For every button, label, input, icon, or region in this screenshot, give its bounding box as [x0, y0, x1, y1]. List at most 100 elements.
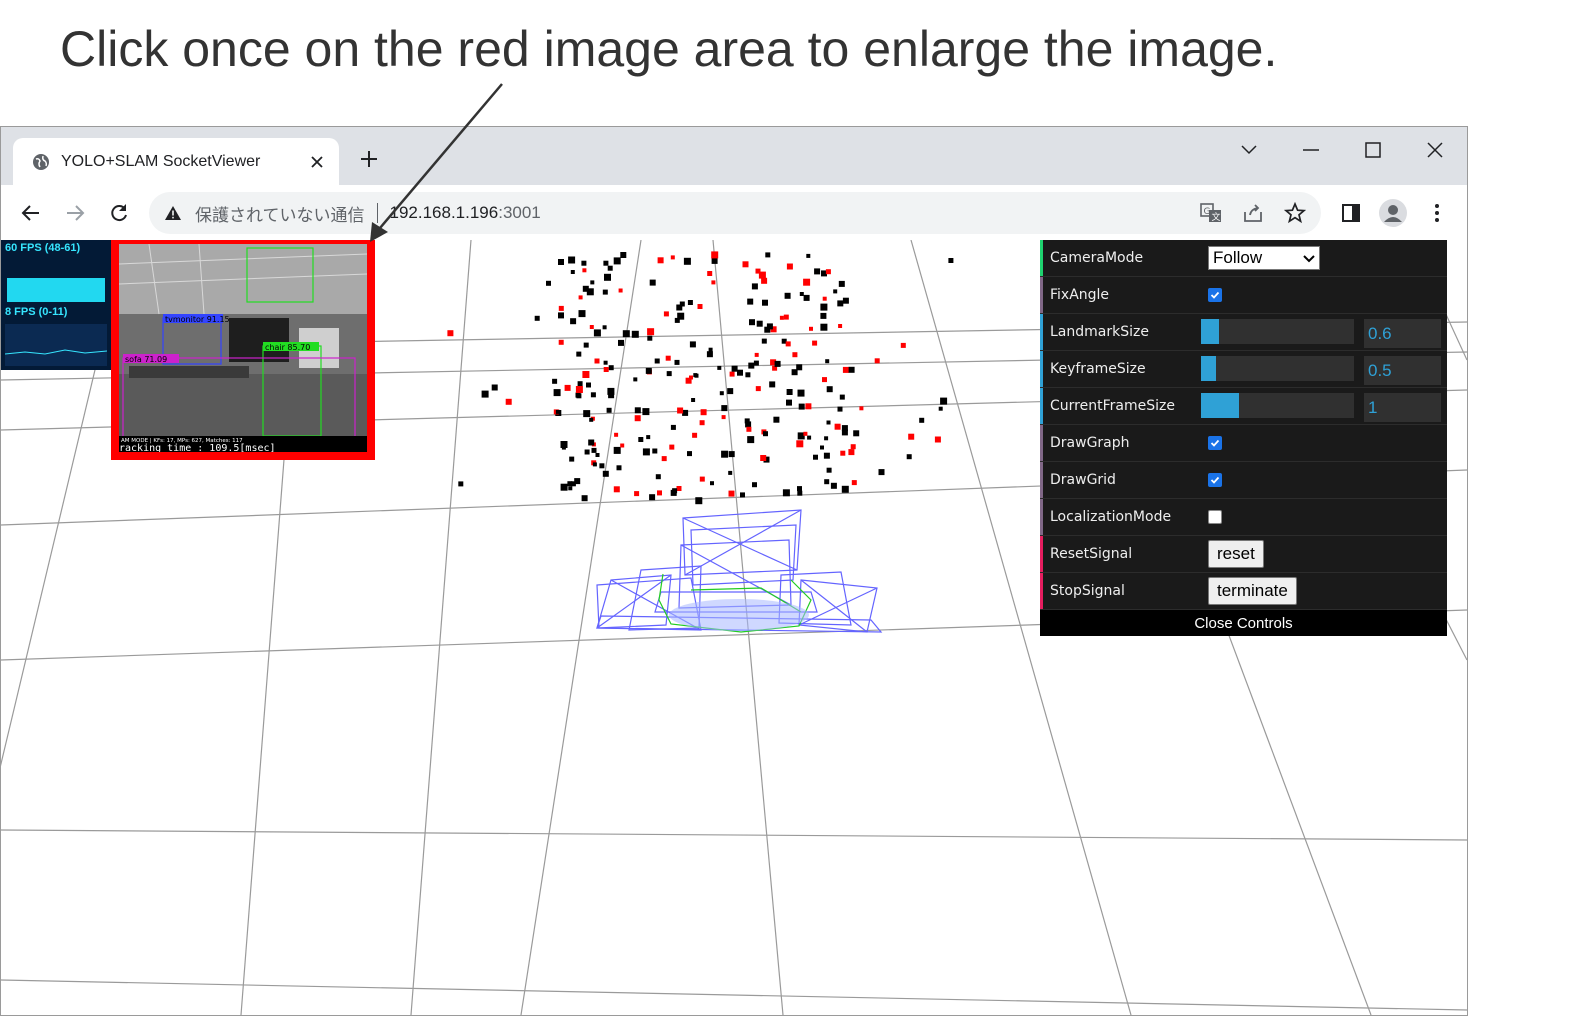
- current-frame-size-label: CurrentFrameSize: [1050, 398, 1175, 414]
- landmark-point: [589, 325, 594, 329]
- landmark-point: [553, 389, 561, 397]
- close-controls-button[interactable]: Close Controls: [1040, 610, 1447, 636]
- landmark-point: [700, 409, 707, 416]
- tab-title: YOLO+SLAM SocketViewer: [61, 152, 261, 170]
- slam-3d-viewport[interactable]: 60 FPS (48-61) 8 FPS (0-11) tvmonitor 91…: [1, 240, 1467, 1015]
- landmark-point: [737, 369, 743, 376]
- svg-text:文: 文: [1212, 211, 1221, 223]
- landmark-point: [721, 450, 729, 458]
- tracking-time-line: racking time : 109.5[msec]: [119, 443, 276, 452]
- landmark-point: [751, 283, 758, 290]
- current-frame-size-slider[interactable]: [1201, 393, 1354, 418]
- keyframe-size-label: KeyframeSize: [1050, 361, 1146, 377]
- landmark-point: [670, 489, 677, 496]
- camera-image-thumbnail[interactable]: tvmonitor 91.15 chair 85.70 sofa 71.09 A…: [111, 240, 375, 460]
- keyframe-size-input[interactable]: 0.5: [1364, 356, 1441, 385]
- landmark-point: [797, 389, 805, 397]
- landmark-point: [848, 449, 855, 456]
- warning-triangle-icon[interactable]: [163, 203, 183, 223]
- forward-icon[interactable]: [61, 199, 89, 227]
- landmark-size-slider[interactable]: [1201, 319, 1354, 344]
- back-icon[interactable]: [17, 199, 45, 227]
- reset-button[interactable]: reset: [1208, 540, 1264, 568]
- landmark-point: [746, 426, 752, 432]
- landmark-size-label: LandmarkSize: [1050, 324, 1149, 340]
- landmark-point: [752, 482, 757, 488]
- landmark-point: [555, 409, 560, 414]
- landmark-point: [782, 489, 790, 497]
- landmark-point: [747, 436, 755, 444]
- tab-search-chevron-icon[interactable]: [1229, 135, 1269, 165]
- landmark-point: [613, 257, 621, 265]
- landmark-size-input[interactable]: 0.6: [1364, 319, 1441, 348]
- draw-graph-checkbox[interactable]: [1208, 436, 1222, 450]
- landmark-point: [940, 397, 948, 405]
- ms-graph: [4, 324, 108, 366]
- translate-icon[interactable]: G文: [1199, 201, 1223, 225]
- camera-mode-value: Follow: [1213, 248, 1263, 267]
- terminate-button[interactable]: terminate: [1208, 577, 1297, 605]
- localization-mode-checkbox[interactable]: [1208, 510, 1222, 524]
- landmark-point: [652, 448, 658, 454]
- landmark-point: [837, 300, 844, 307]
- landmark-point: [853, 430, 860, 437]
- landmark-point: [948, 258, 954, 263]
- landmark-point: [786, 389, 793, 395]
- landmark-point: [590, 280, 595, 285]
- new-tab-icon[interactable]: [357, 147, 381, 171]
- security-status-text: 保護されていない通信: [195, 205, 365, 225]
- close-tab-icon[interactable]: [305, 150, 329, 174]
- landmark-point: [647, 328, 655, 336]
- reload-icon[interactable]: [105, 199, 133, 227]
- chair-detection-label: chair 85.70: [265, 343, 310, 352]
- landmark-point: [826, 467, 832, 473]
- keyframe-size-row: KeyframeSize 0.5: [1040, 351, 1447, 388]
- landmark-point: [578, 295, 583, 300]
- fps-stats-panel[interactable]: 60 FPS (48-61) 8 FPS (0-11): [1, 240, 111, 370]
- landmark-point: [590, 392, 596, 398]
- address-bar[interactable]: 保護されていない通信 192.168.1.196:3001 G文: [149, 192, 1321, 234]
- localization-mode-row: LocalizationMode: [1040, 499, 1447, 536]
- share-icon[interactable]: [1241, 201, 1265, 225]
- landmark-point: [755, 386, 761, 392]
- landmark-point: [786, 399, 792, 406]
- landmark-point: [679, 301, 685, 307]
- browser-menu-icon[interactable]: [1423, 199, 1451, 227]
- current-frame-size-input[interactable]: 1: [1364, 393, 1441, 422]
- landmark-point: [813, 454, 818, 460]
- landmark-point: [649, 494, 656, 501]
- browser-tab[interactable]: YOLO+SLAM SocketViewer: [13, 138, 339, 185]
- landmark-point: [603, 260, 609, 266]
- landmark-point: [642, 408, 650, 416]
- minimize-icon[interactable]: [1291, 135, 1331, 165]
- landmark-point: [699, 476, 705, 482]
- profile-avatar-icon[interactable]: [1379, 199, 1407, 227]
- fix-angle-checkbox[interactable]: [1208, 288, 1222, 302]
- landmark-point: [595, 453, 600, 457]
- maximize-icon[interactable]: [1353, 135, 1393, 165]
- landmark-point: [850, 444, 856, 450]
- camera-mode-select[interactable]: Follow: [1208, 246, 1320, 270]
- landmark-point: [729, 371, 735, 377]
- landmark-point: [784, 292, 791, 299]
- landmark-point: [606, 407, 612, 413]
- landmark-point: [608, 365, 614, 371]
- accent-bar: [1040, 499, 1043, 535]
- browser-toolbar: 保護されていない通信 192.168.1.196:3001 G文: [1, 185, 1467, 240]
- landmark-point: [805, 403, 812, 410]
- draw-graph-row: DrawGraph: [1040, 425, 1447, 462]
- landmark-point: [841, 429, 848, 436]
- landmark-point: [603, 367, 609, 372]
- close-window-icon[interactable]: [1415, 135, 1455, 165]
- landmark-point: [798, 403, 805, 410]
- landmark-point: [491, 384, 498, 391]
- landmark-point: [586, 382, 591, 388]
- bookmark-star-icon[interactable]: [1283, 201, 1307, 225]
- side-panel-icon[interactable]: [1337, 199, 1365, 227]
- keyframe-size-slider[interactable]: [1201, 356, 1354, 381]
- draw-grid-checkbox[interactable]: [1208, 473, 1222, 487]
- landmark-point: [558, 339, 564, 345]
- landmark-point: [919, 417, 925, 423]
- landmark-point: [670, 424, 676, 430]
- landmark-point: [689, 341, 696, 348]
